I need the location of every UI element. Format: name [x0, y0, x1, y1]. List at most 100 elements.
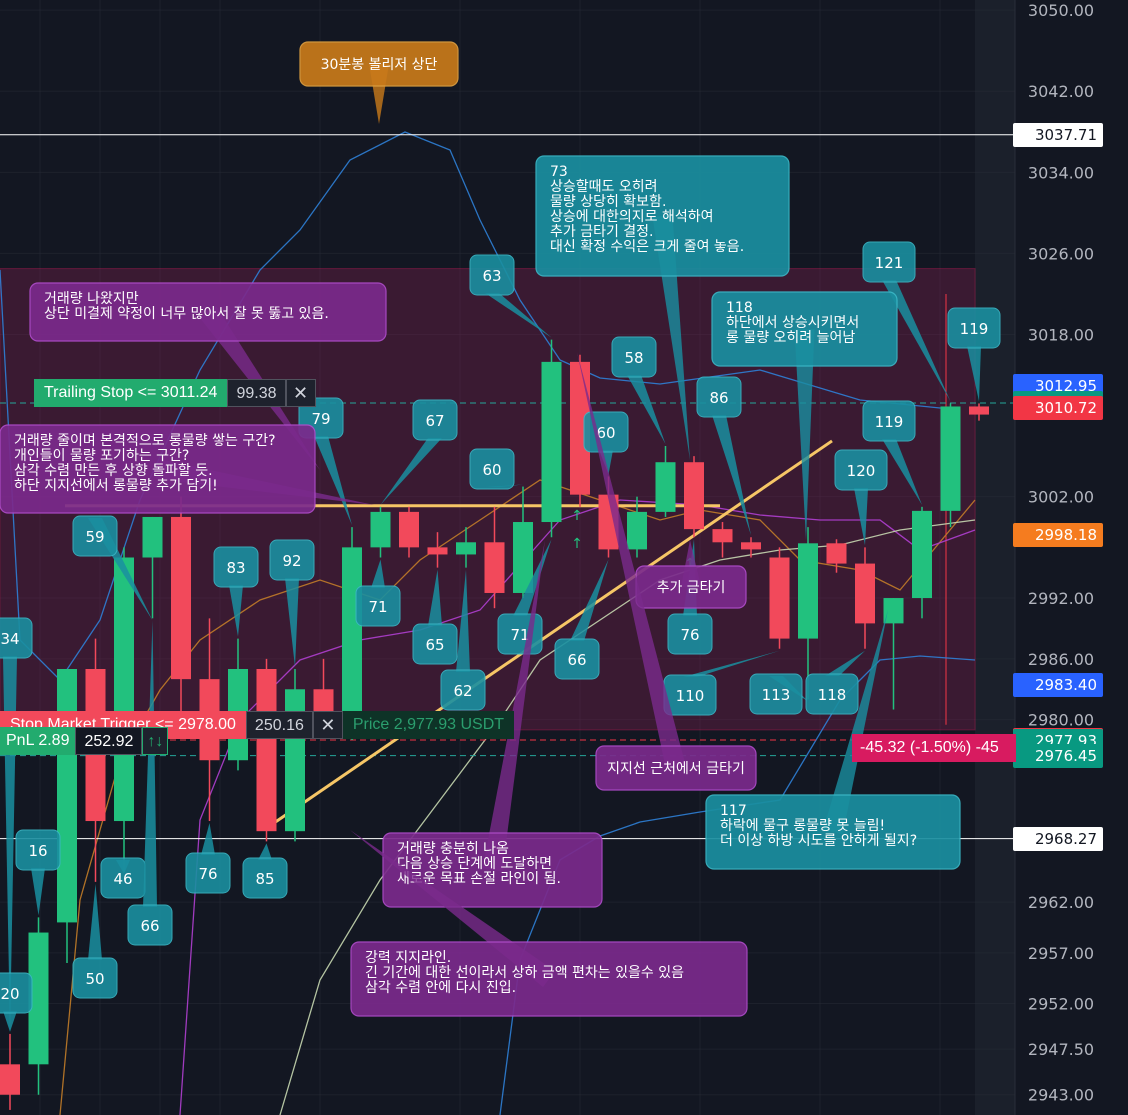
candle-body	[0, 1064, 20, 1095]
trailing-stop-qty: 99.38	[227, 379, 286, 407]
candle-body	[256, 669, 277, 832]
y-tick-label: 2957.00	[1028, 944, 1094, 963]
annotation-note-line: 하락에 물구 롱물량 못 늘림!	[720, 818, 885, 834]
candle-body	[342, 547, 362, 720]
annotation-note-line: 상승할때도 오히려	[550, 179, 658, 195]
price-axis-label: 2983.40	[1013, 673, 1103, 698]
position-pnl[interactable]: PnL 2.89 252.92 ↑↓	[0, 727, 169, 755]
annotation-note-line: 강력 지지라인.	[365, 950, 451, 966]
annotation-note-line: 롱 물량 오히려 늘어남	[726, 330, 855, 346]
entry-arrow-icon: ↑	[571, 508, 583, 524]
volume-callout-label: 76	[198, 865, 217, 883]
candle-body	[484, 542, 505, 593]
pnl-label: PnL 2.89	[0, 727, 76, 755]
annotation-note-line: 73	[550, 164, 568, 180]
position-price-text: Price 2,977.93 USDT	[342, 711, 515, 739]
candle-body	[171, 516, 191, 680]
y-tick-label: 3026.00	[1028, 244, 1094, 263]
annotation-note-line: 117	[720, 803, 747, 819]
annotation-note-line: 물량 상당히 확보함.	[550, 194, 666, 210]
volume-callout-label: 120	[847, 462, 876, 480]
annotation-note-line: 거래량 줄이며 본격적으로 롱물량 쌓는 구간?	[14, 433, 276, 449]
annotation-note-line: 다음 상승 단계에 도달하면	[397, 856, 552, 872]
candle-body	[826, 543, 847, 564]
volume-callout-label: 63	[482, 267, 501, 285]
annotation-note-line: 추가 금타기	[657, 580, 726, 596]
volume-callout-label: 66	[567, 651, 586, 669]
candle-body	[57, 669, 77, 923]
y-tick-label: 3018.00	[1028, 326, 1094, 345]
volume-callout-label: 119	[875, 413, 904, 431]
pnl-qty: 252.92	[75, 727, 143, 755]
close-icon[interactable]: ✕	[312, 711, 343, 739]
candle-body	[940, 406, 961, 511]
price-axis-label: 2998.18	[1013, 523, 1103, 548]
candle-body	[627, 511, 647, 550]
volume-callout-label: 20	[0, 985, 19, 1003]
volume-callout-label: 16	[28, 842, 47, 860]
annotation-note-line: 118	[726, 300, 753, 316]
y-tick-label: 3034.00	[1028, 163, 1094, 182]
candle-body	[798, 543, 818, 639]
annotation-note-text: 30분봉 볼리저 상단	[321, 57, 438, 73]
price-axis-label: 2976.45	[1013, 743, 1103, 768]
y-tick-label: 3050.00	[1028, 1, 1094, 20]
annotation-note-line: 긴 기간에 대한 선이라서 상하 금액 편차는 있을수 있음	[365, 965, 684, 981]
volume-callout-label: 83	[226, 559, 245, 577]
reverse-icon[interactable]: ↑↓	[142, 727, 169, 755]
annotation-note-line: 하단에서 상승시키면서	[726, 315, 859, 331]
volume-callout-label: 58	[624, 349, 643, 367]
candle-body	[769, 557, 790, 639]
candle-body	[142, 516, 163, 558]
candle-body	[427, 547, 448, 555]
volume-callout-label: 118	[818, 686, 847, 704]
annotation-note-line: 하단 지지선에서 롱물량 추가 담기!	[14, 478, 218, 494]
volume-callout-label: 121	[875, 254, 904, 272]
annotation-note-line: 상승에 대한의지로 해석하여	[550, 209, 713, 225]
candle-body	[712, 529, 733, 543]
volume-callout-label: 65	[425, 636, 444, 654]
candle-body	[855, 563, 875, 624]
volume-callout-label: 59	[85, 528, 104, 546]
volume-callout-label: 50	[85, 970, 104, 988]
annotation-note-text: 지지선 근처에서 금타기	[607, 761, 745, 777]
candle-body	[370, 511, 391, 548]
entry-arrow-icon: ↑	[571, 536, 583, 552]
volume-callout-label: 110	[676, 687, 705, 705]
volume-callout-label: 79	[311, 410, 330, 428]
volume-callout-label: 85	[255, 870, 274, 888]
stop-market-qty: 250.16	[245, 711, 313, 739]
y-tick-label: 2986.00	[1028, 650, 1094, 669]
annotation-note-line: 개인들이 물량 포기하는 구간?	[14, 448, 189, 464]
volume-callout-label: 60	[482, 461, 501, 479]
volume-callout-label: 62	[453, 682, 472, 700]
loss-banner: -45.32 (-1.50%) -45	[852, 734, 1016, 762]
volume-callout-label: 76	[680, 626, 699, 644]
candle-body	[684, 462, 704, 530]
y-tick-label: 2962.00	[1028, 893, 1094, 912]
price-axis-label: 3010.72	[1013, 396, 1103, 421]
y-tick-label: 2943.00	[1028, 1086, 1094, 1105]
annotation-note-line: 30분봉 볼리저 상단	[321, 57, 438, 73]
y-tick-label: 3042.00	[1028, 82, 1094, 101]
annotation-note-line: 거래량 나왔지만	[44, 291, 139, 307]
candle-body	[399, 511, 419, 548]
candle-body	[912, 510, 932, 599]
candle-body	[741, 542, 761, 550]
price-axis: 3050.00 3042.00 3034.00 3026.00 3018.00 3002.…	[1014, 0, 1128, 1115]
trailing-stop-label[interactable]: Trailing Stop <= 3011.24	[34, 379, 228, 407]
annotation-note-line: 상단 미결제 약정이 너무 많아서 잘 못 뚫고 있음.	[44, 306, 329, 322]
annotation-note-line: 더 이상 하방 시도를 안하게 될지?	[720, 833, 917, 849]
candle-body	[456, 542, 476, 555]
annotation-note-line: 거래량 충분히 나옴	[397, 841, 509, 857]
volume-callout-label: 34	[0, 630, 19, 648]
price-chart[interactable]: ↑↑↑ 341620504659667683928579716765626071…	[0, 0, 1128, 1115]
y-tick-label: 2952.00	[1028, 995, 1094, 1014]
volume-callout-label: 119	[960, 320, 989, 338]
volume-callout-label: 67	[425, 412, 444, 430]
volume-callout-label: 46	[113, 870, 132, 888]
y-tick-label: 3002.00	[1028, 488, 1094, 507]
volume-callout-label: 66	[140, 917, 159, 935]
close-icon[interactable]: ✕	[285, 379, 316, 407]
trailing-stop-order[interactable]: Trailing Stop <= 3011.24 99.38 ✕	[34, 379, 316, 407]
